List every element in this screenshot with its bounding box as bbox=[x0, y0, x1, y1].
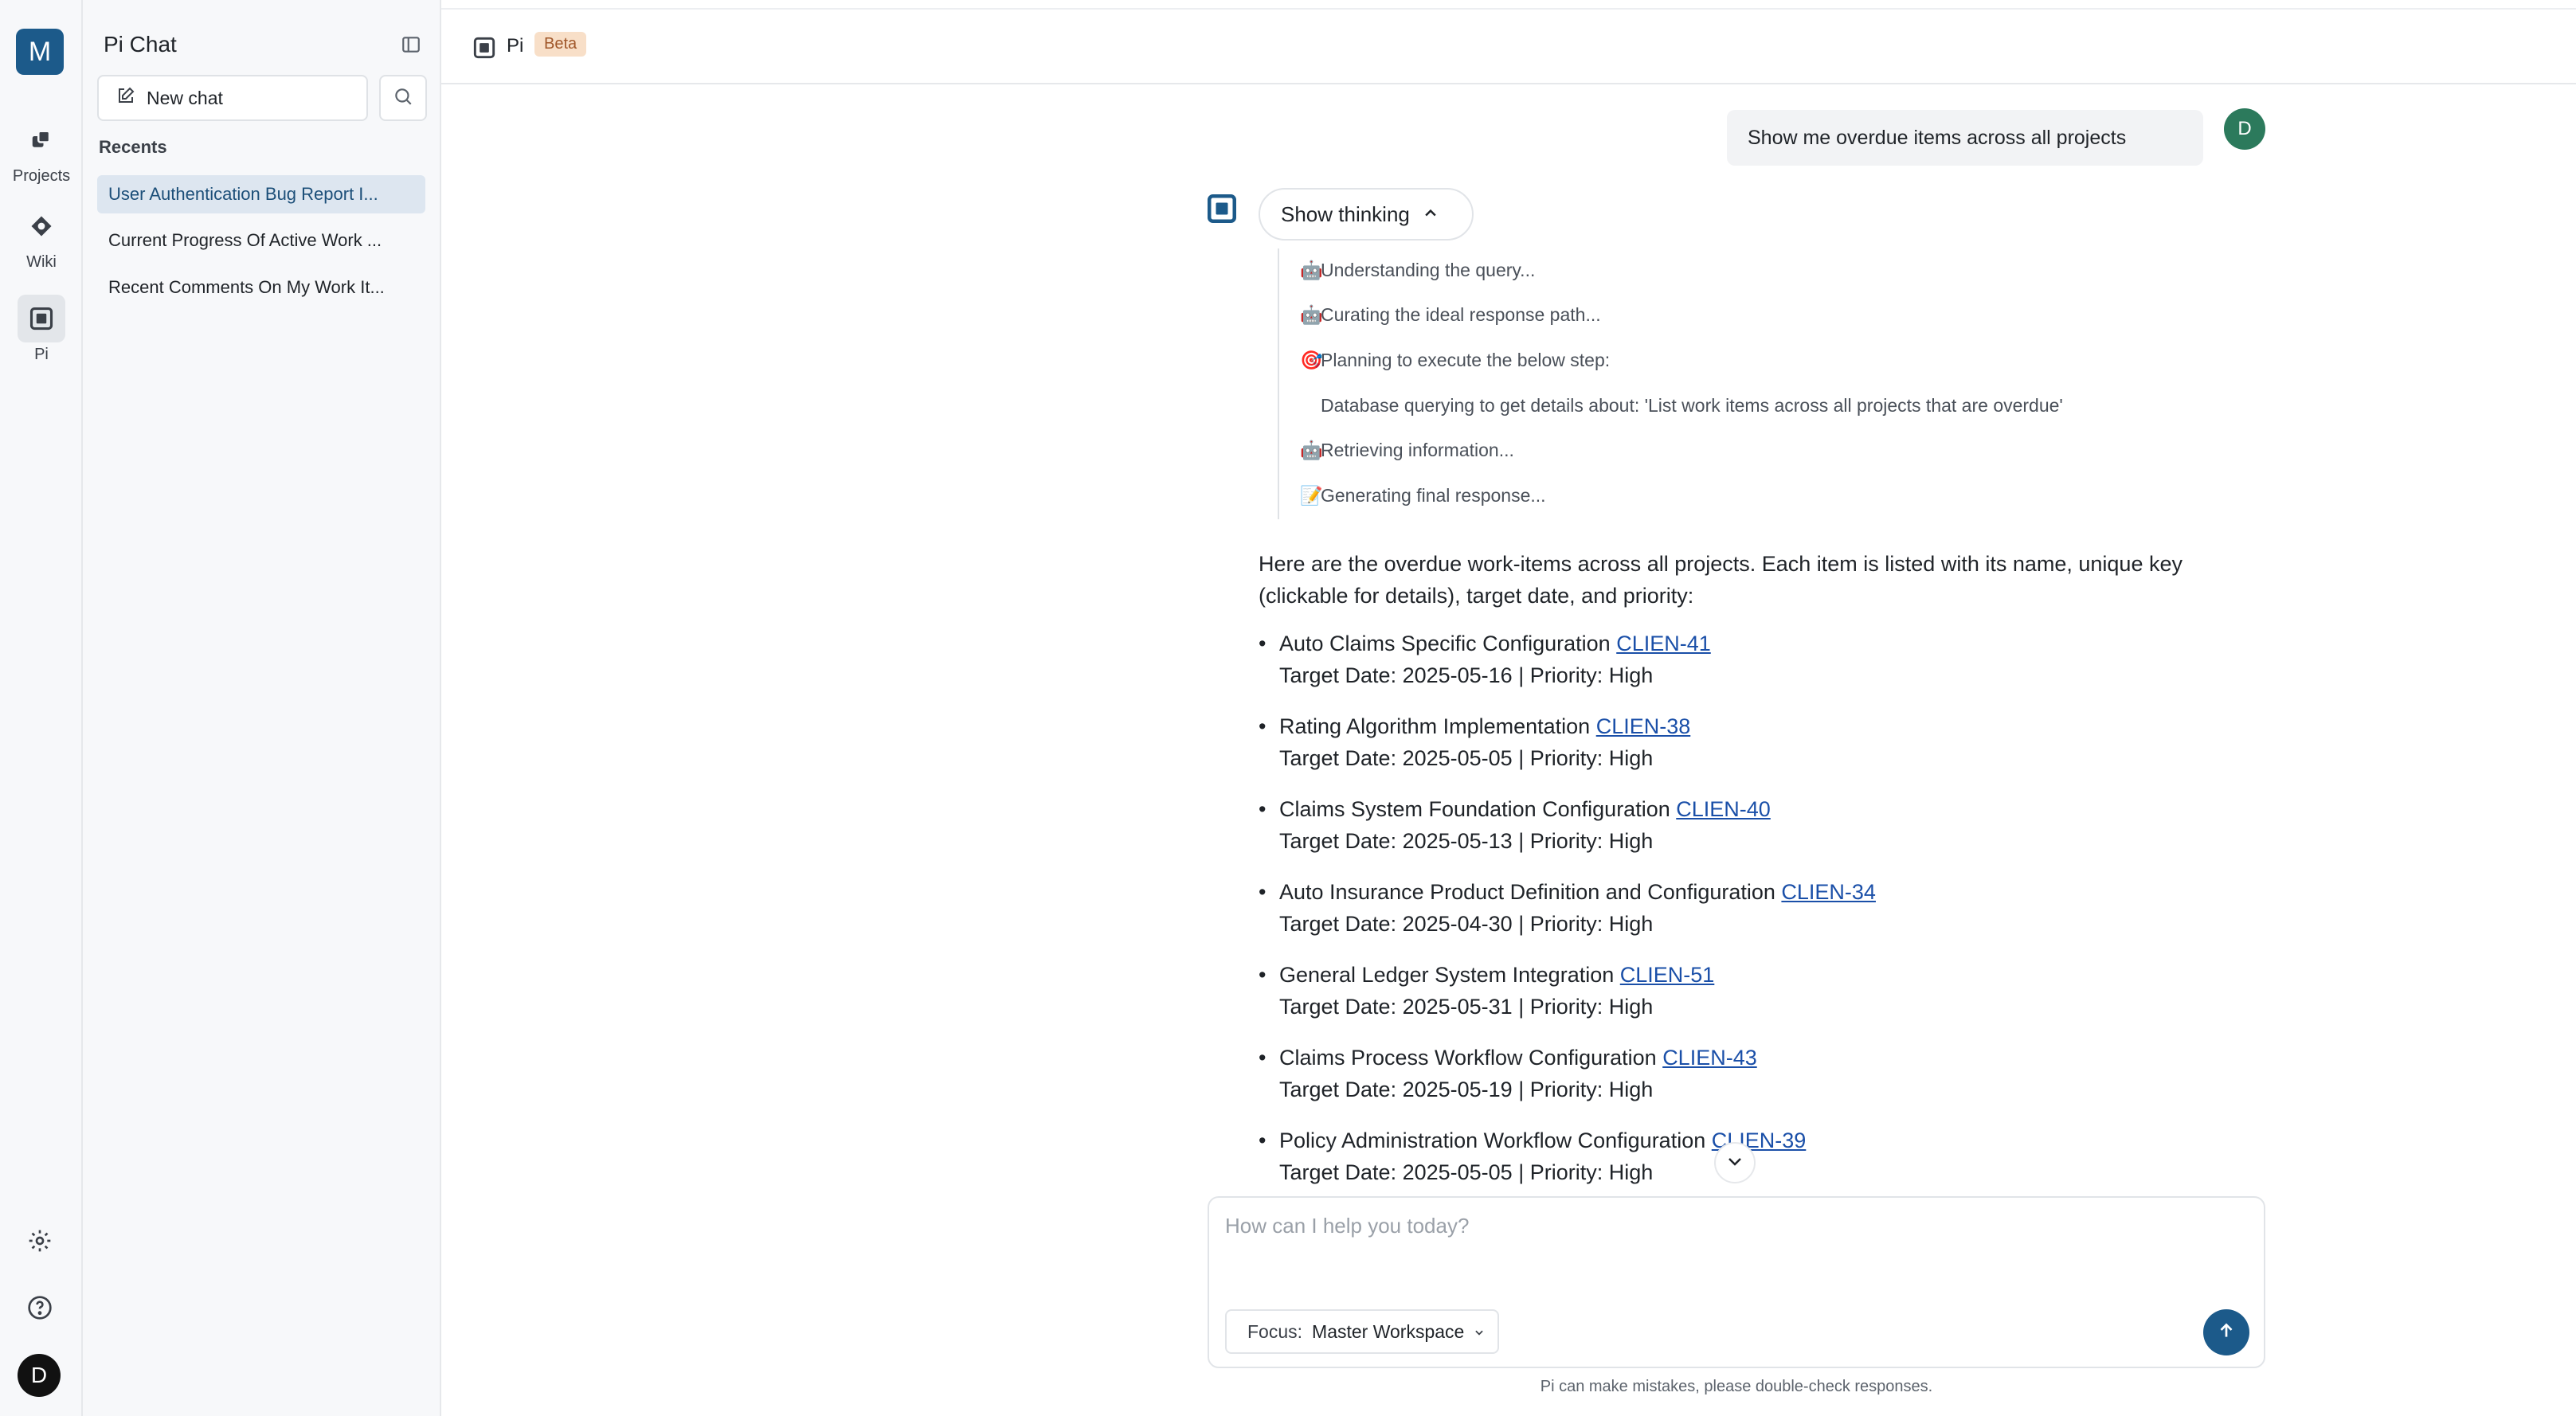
step-icon: 🤖 bbox=[1300, 440, 1323, 460]
step-icon: 🎯 bbox=[1300, 350, 1323, 370]
user-message-avatar: D bbox=[2224, 108, 2265, 150]
chevron-down-icon bbox=[1474, 1321, 1485, 1343]
chat-sidebar: Pi Chat New chat Recents User Authentica… bbox=[83, 0, 441, 1416]
show-thinking-label: Show thinking bbox=[1281, 201, 1410, 226]
item-key-link[interactable]: CLIEN-38 bbox=[1596, 714, 1691, 738]
item-name: Auto Claims Specific Configuration bbox=[1279, 632, 1611, 655]
user-message: Show me overdue items across all project… bbox=[1727, 110, 2203, 166]
chevron-up-icon bbox=[1423, 202, 1439, 227]
pi-icon bbox=[473, 37, 497, 61]
list-item: Rating Algorithm Implementation CLIEN-38… bbox=[1259, 710, 2183, 774]
focus-label: Focus: bbox=[1247, 1320, 1303, 1342]
settings-icon[interactable] bbox=[18, 1218, 62, 1263]
rail-item-label: Wiki bbox=[26, 253, 57, 271]
item-details: Target Date: 2025-04-30 | Priority: High bbox=[1279, 912, 1654, 936]
chevron-down-icon bbox=[1725, 1152, 1744, 1175]
recent-chat-item[interactable]: Recent Comments On My Work It... bbox=[97, 268, 425, 307]
item-key-link[interactable]: CLIEN-41 bbox=[1616, 632, 1711, 655]
item-details: Target Date: 2025-05-13 | Priority: High bbox=[1279, 829, 1654, 853]
list-item: Claims System Foundation Configuration C… bbox=[1259, 793, 2183, 857]
message-input[interactable] bbox=[1225, 1214, 2181, 1261]
thinking-steps: 🤖Understanding the query... 🤖Curating th… bbox=[1278, 248, 2154, 519]
focus-value: Master Workspace bbox=[1312, 1320, 1465, 1342]
focus-selector[interactable]: Focus: Master Workspace bbox=[1225, 1309, 1500, 1354]
item-name: Policy Administration Workflow Configura… bbox=[1279, 1128, 1706, 1152]
list-item: General Ledger System Integration CLIEN-… bbox=[1259, 959, 2183, 1023]
step-icon: 📝 bbox=[1300, 485, 1323, 506]
list-item: Auto Claims Specific Configuration CLIEN… bbox=[1259, 628, 2183, 691]
answer-intro: Here are the overdue work-items across a… bbox=[1259, 552, 2183, 608]
recent-chat-item[interactable]: User Authentication Bug Report I... bbox=[97, 175, 425, 213]
show-thinking-button[interactable]: Show thinking bbox=[1259, 188, 1474, 241]
send-button[interactable] bbox=[2203, 1309, 2249, 1355]
item-name: Auto Insurance Product Definition and Co… bbox=[1279, 880, 1775, 904]
workspace-avatar[interactable]: M bbox=[16, 29, 64, 75]
projects-icon bbox=[18, 116, 65, 164]
help-icon[interactable] bbox=[18, 1285, 62, 1330]
item-key-link[interactable]: CLIEN-51 bbox=[1620, 963, 1715, 987]
sidebar-toggle-icon[interactable] bbox=[397, 30, 425, 59]
recent-chat-item[interactable]: Current Progress Of Active Work ... bbox=[97, 221, 425, 260]
item-details: Target Date: 2025-05-05 | Priority: High bbox=[1279, 1160, 1654, 1184]
item-details: Target Date: 2025-05-19 | Priority: High bbox=[1279, 1078, 1654, 1101]
arrow-up-icon bbox=[2216, 1320, 2237, 1345]
thinking-step: 📝Generating final response... bbox=[1300, 485, 1546, 506]
item-name: General Ledger System Integration bbox=[1279, 963, 1615, 987]
search-icon bbox=[393, 86, 413, 111]
rail-item-projects[interactable]: Projects bbox=[0, 116, 83, 186]
item-details: Target Date: 2025-05-05 | Priority: High bbox=[1279, 746, 1654, 770]
thinking-step: 🤖Retrieving information... bbox=[1300, 440, 1514, 460]
disclaimer-text: Pi can make mistakes, please double-chec… bbox=[1540, 1378, 1933, 1395]
scroll-to-bottom-button[interactable] bbox=[1714, 1142, 1756, 1183]
user-avatar[interactable]: D bbox=[18, 1354, 61, 1397]
page-title: Pi bbox=[507, 35, 524, 57]
step-icon: 🤖 bbox=[1300, 304, 1323, 325]
item-details: Target Date: 2025-05-31 | Priority: High bbox=[1279, 995, 1654, 1019]
pi-icon bbox=[18, 295, 65, 342]
app-rail: M Projects Wiki Pi D bbox=[0, 0, 83, 1416]
beta-badge: Beta bbox=[534, 32, 587, 57]
new-chat-label: New chat bbox=[147, 87, 223, 108]
thinking-step: 🤖Understanding the query... bbox=[1300, 260, 1536, 280]
item-key-link[interactable]: CLIEN-40 bbox=[1676, 797, 1771, 821]
item-key-link[interactable]: CLIEN-43 bbox=[1662, 1046, 1757, 1070]
recents-heading: Recents bbox=[99, 137, 167, 157]
thinking-step: 🤖Curating the ideal response path... bbox=[1300, 304, 1601, 325]
item-name: Claims System Foundation Configuration bbox=[1279, 797, 1670, 821]
rail-item-pi[interactable]: Pi bbox=[0, 295, 83, 364]
thinking-step-detail: Database querying to get details about: … bbox=[1321, 395, 2063, 416]
item-name: Rating Algorithm Implementation bbox=[1279, 714, 1591, 738]
page-header: Pi Beta bbox=[441, 8, 2576, 84]
assistant-answer: Here are the overdue work-items across a… bbox=[1259, 548, 2183, 1207]
item-key-link[interactable]: CLIEN-34 bbox=[1781, 880, 1876, 904]
thinking-step: 🎯Planning to execute the below step: bbox=[1300, 350, 1611, 370]
pi-assistant-icon bbox=[1208, 194, 1236, 223]
new-chat-button[interactable]: New chat bbox=[97, 75, 368, 121]
item-name: Claims Process Workflow Configuration bbox=[1279, 1046, 1657, 1070]
item-details: Target Date: 2025-05-16 | Priority: High bbox=[1279, 663, 1654, 687]
edit-icon bbox=[116, 86, 135, 110]
message-composer: Focus: Master Workspace bbox=[1208, 1196, 2265, 1368]
rail-item-wiki[interactable]: Wiki bbox=[0, 202, 83, 272]
search-button[interactable] bbox=[379, 75, 427, 121]
step-icon: 🤖 bbox=[1300, 260, 1323, 280]
rail-item-label: Projects bbox=[12, 167, 71, 185]
wiki-icon bbox=[18, 202, 65, 250]
sidebar-title: Pi Chat bbox=[104, 32, 177, 57]
list-item: Auto Insurance Product Definition and Co… bbox=[1259, 876, 2183, 940]
list-item: Claims Process Workflow Configuration CL… bbox=[1259, 1042, 2183, 1105]
rail-item-label: Pi bbox=[34, 346, 49, 363]
